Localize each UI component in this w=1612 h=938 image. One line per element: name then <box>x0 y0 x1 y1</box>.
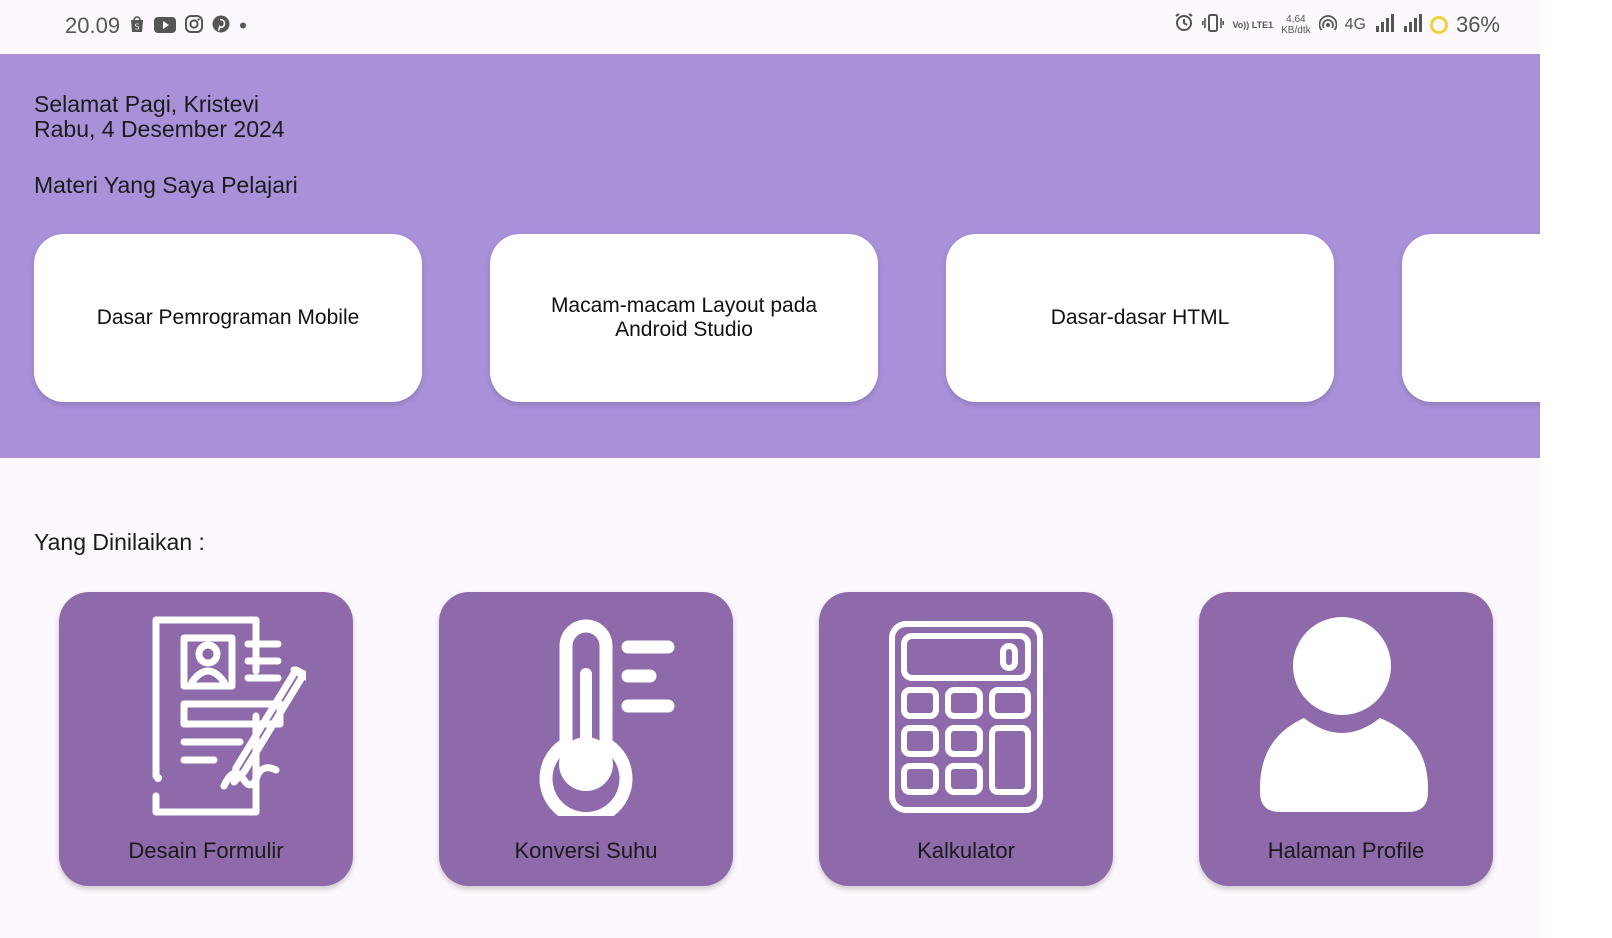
tile-calculator[interactable]: Kalkulator <box>819 592 1113 886</box>
network-speed-unit: KB/dtk <box>1281 25 1311 36</box>
tile-label: Desain Formulir <box>128 838 284 863</box>
materials-title: Materi Yang Saya Pelajari <box>34 172 298 198</box>
material-card-label: Macam-macam Layout pada Android Studio <box>550 294 818 341</box>
user-profile-icon <box>1260 617 1428 812</box>
greeting-text: Selamat Pagi, Kristevi <box>34 91 259 117</box>
clock: 20.09 <box>65 13 121 38</box>
material-card-html-basics[interactable]: Dasar-dasar HTML <box>946 234 1334 402</box>
assessed-grid: Desain Formulir Konversi Suhu Kalkulator… <box>59 592 1493 886</box>
date-text: Rabu, 4 Desember 2024 <box>34 116 285 142</box>
greeting-block: Selamat Pagi, Kristevi Rabu, 4 Desember … <box>34 92 285 142</box>
network-type: 4G <box>1344 16 1366 33</box>
material-card-mobile-basics[interactable]: Dasar Pemrograman Mobile <box>34 234 422 402</box>
more-notifications-dot: • <box>239 13 247 38</box>
tile-label: Konversi Suhu <box>514 838 658 863</box>
form-signature-icon <box>152 616 306 816</box>
pinterest-icon <box>212 13 230 39</box>
network-speed-value: 4,64 <box>1286 14 1306 25</box>
tile-temperature-conversion[interactable]: Konversi Suhu <box>439 592 733 886</box>
header-section: Selamat Pagi, Kristevi Rabu, 4 Desember … <box>0 54 1540 458</box>
network-speed: 4,64 KB/dtk <box>1281 14 1310 36</box>
thermometer-icon <box>539 619 675 816</box>
youtube-icon <box>154 13 177 39</box>
volte-indicator: Vo)) LTE1 <box>1232 19 1274 30</box>
material-card-partial[interactable] <box>1402 234 1540 402</box>
calculator-icon <box>889 621 1043 813</box>
svg-text:S: S <box>135 23 140 32</box>
vibrate-icon <box>1202 12 1225 38</box>
tile-form-design[interactable]: Desain Formulir <box>59 592 353 886</box>
instagram-icon <box>185 13 204 39</box>
status-bar: 20.09 S • Vo)) LTE1 4,64 KB/dtk 4G 36% <box>0 0 1540 54</box>
material-card-label: Dasar-dasar HTML <box>1050 306 1230 329</box>
tile-label: Kalkulator <box>917 838 1015 863</box>
shopee-icon: S <box>129 13 145 39</box>
hotspot-icon <box>1318 12 1337 38</box>
battery-icon <box>1429 16 1448 34</box>
material-card-label: Dasar Pemrograman Mobile <box>96 306 360 329</box>
alarm-icon <box>1174 12 1194 38</box>
battery-percent: 36% <box>1455 12 1500 37</box>
status-left: 20.09 S • <box>65 13 247 39</box>
tile-profile-page[interactable]: Halaman Profile <box>1199 592 1493 886</box>
signal-sim1-icon <box>1374 12 1394 38</box>
materials-carousel[interactable]: Dasar Pemrograman Mobile Macam-macam Lay… <box>34 234 1540 402</box>
app-screen: 20.09 S • Vo)) LTE1 4,64 KB/dtk 4G 36% S… <box>0 0 1540 938</box>
signal-sim2-icon <box>1402 12 1422 38</box>
material-card-android-layouts[interactable]: Macam-macam Layout pada Android Studio <box>490 234 878 402</box>
status-right: Vo)) LTE1 4,64 KB/dtk 4G 36% <box>1174 12 1500 38</box>
assessed-title: Yang Dinilaikan : <box>34 529 205 555</box>
tile-label: Halaman Profile <box>1267 838 1425 863</box>
